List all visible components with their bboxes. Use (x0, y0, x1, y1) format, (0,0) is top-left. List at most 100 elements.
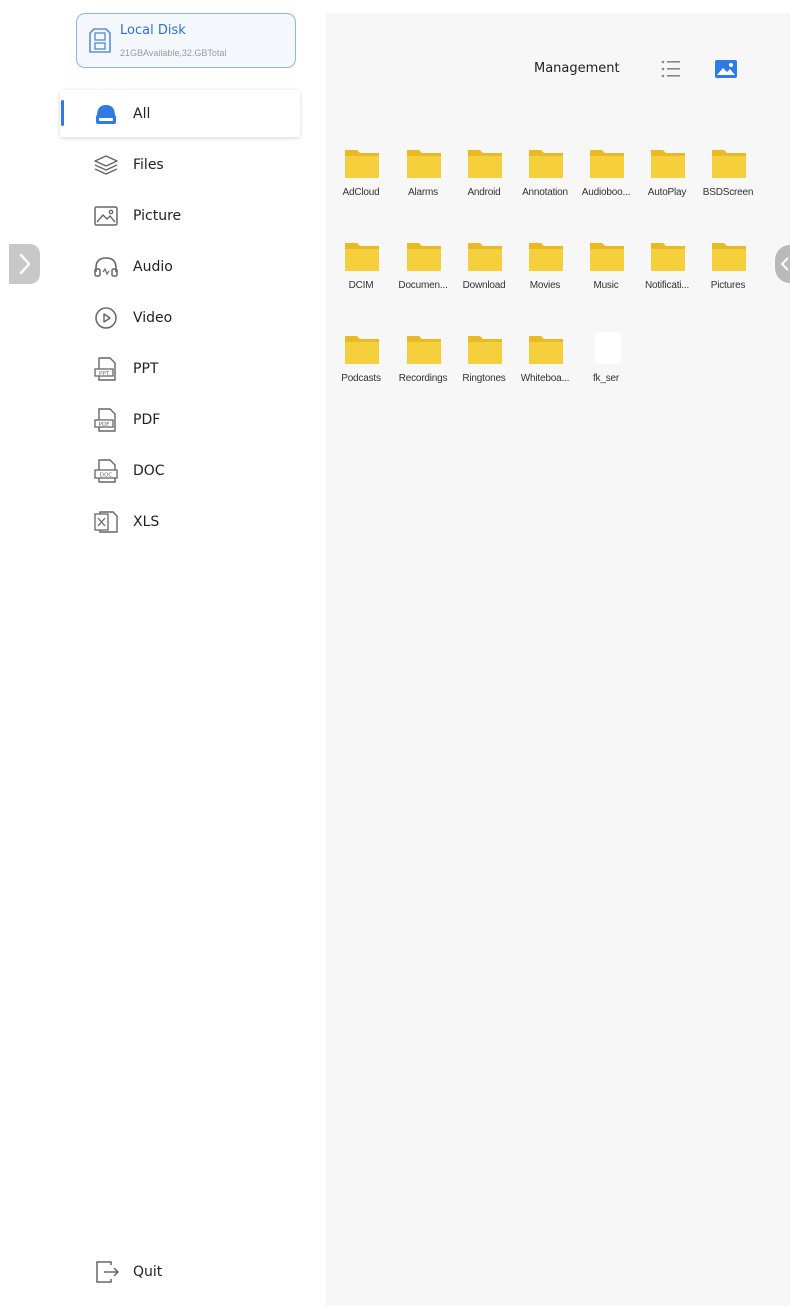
disk-capacity: 21GBAvailable,32.GBTotal (120, 48, 227, 58)
folder-icon (345, 336, 379, 364)
folder-item[interactable]: Annotation (514, 143, 576, 213)
quit-button[interactable]: Quit (60, 1249, 260, 1295)
play-circle-icon (92, 304, 120, 332)
sidebar-item-label: All (133, 105, 151, 122)
file-grid: AdCloud Alarms Android Annotation Audioboo..… (326, 143, 766, 422)
folder-icon (529, 150, 563, 178)
disk-name: Local Disk (120, 23, 186, 38)
file-name: Annotation (522, 187, 568, 198)
folder-icon (529, 336, 563, 364)
sidebar-item-label: Video (133, 309, 173, 326)
folder-icon (345, 243, 379, 271)
folder-icon (407, 150, 441, 178)
folder-item[interactable]: DCIM (330, 236, 392, 306)
chevron-left-icon (781, 257, 789, 271)
folder-item[interactable]: Movies (514, 236, 576, 306)
management-button[interactable]: Management (534, 61, 620, 76)
folder-item[interactable]: Podcasts (330, 329, 392, 399)
folder-item[interactable]: Download (453, 236, 515, 306)
layers-icon (92, 151, 120, 179)
expand-sidebar-tab[interactable] (9, 244, 40, 284)
folder-item[interactable]: Notificati... (636, 236, 698, 306)
folder-icon (468, 150, 502, 178)
sidebar-item-xls[interactable]: XLS (60, 498, 300, 545)
folder-icon (468, 336, 502, 364)
ppt-file-icon: PPT (92, 355, 120, 383)
folder-item[interactable]: Recordings (392, 329, 454, 399)
file-name: Pictures (710, 280, 746, 291)
sidebar-item-picture[interactable]: Picture (60, 192, 300, 239)
local-disk-card[interactable]: Local Disk 21GBAvailable,32.GBTotal (76, 13, 296, 68)
file-name: DCIM (348, 280, 374, 291)
sidebar-item-files[interactable]: Files (60, 141, 300, 188)
folder-item[interactable]: BSDScreen (697, 143, 759, 213)
file-grid-row: Podcasts Recordings Ringtones Whiteboa... fk… (326, 329, 766, 422)
sidebar-item-label: PPT (133, 360, 159, 377)
image-icon[interactable] (714, 58, 738, 80)
file-name: fk_ser (592, 373, 620, 384)
file-icon (595, 332, 621, 364)
folder-item[interactable]: Android (453, 143, 515, 213)
folder-icon (590, 243, 624, 271)
svg-text:PDF: PDF (99, 422, 110, 428)
sidebar-item-label: XLS (133, 513, 160, 530)
folder-item[interactable]: AdCloud (330, 143, 392, 213)
sidebar-item-label: Picture (133, 207, 182, 224)
sd-card-icon (89, 28, 111, 53)
file-name: Download (462, 280, 506, 291)
sidebar-item-doc[interactable]: DOC DOC (60, 447, 300, 494)
file-grid-row: DCIM Documen... Download Movies Music Notific… (326, 236, 766, 329)
sidebar-item-ppt[interactable]: PPT PPT (60, 345, 300, 392)
file-name: Audioboo... (581, 187, 631, 198)
file-item[interactable]: fk_ser (575, 329, 637, 399)
file-name: BSDScreen (702, 187, 754, 198)
folder-icon (651, 243, 685, 271)
list-icon[interactable] (660, 58, 682, 80)
file-name: Android (467, 187, 501, 198)
file-name: Documen... (398, 280, 448, 291)
folder-icon (590, 150, 624, 178)
file-name: Recordings (398, 373, 448, 384)
folder-icon (468, 243, 502, 271)
sidebar-item-label: Audio (133, 258, 173, 275)
file-name: Music (593, 280, 619, 291)
collapse-panel-tab[interactable] (775, 245, 790, 283)
sidebar-item-audio[interactable]: Audio (60, 243, 300, 290)
folder-item[interactable]: Music (575, 236, 637, 306)
sidebar-item-pdf[interactable]: PDF PDF (60, 396, 300, 443)
chevron-right-icon (19, 253, 30, 275)
sidebar-item-label: Files (133, 156, 164, 173)
pdf-file-icon: PDF (92, 406, 120, 434)
doc-file-icon: DOC (92, 457, 120, 485)
svg-text:PPT: PPT (99, 371, 110, 377)
sidebar-item-all[interactable]: All (60, 90, 300, 137)
folder-item[interactable]: Pictures (697, 236, 759, 306)
folder-icon (529, 243, 563, 271)
folder-icon (345, 150, 379, 178)
sidebar-item-label: DOC (133, 462, 165, 479)
file-name: AutoPlay (647, 187, 687, 198)
file-name: Whiteboa... (520, 373, 570, 384)
file-name: Movies (529, 280, 561, 291)
file-name: Notificati... (644, 280, 690, 291)
file-name: Podcasts (341, 373, 381, 384)
folder-icon (712, 243, 746, 271)
picture-icon (92, 202, 120, 230)
quit-label: Quit (133, 1264, 163, 1280)
headphones-icon (92, 253, 120, 281)
folder-item[interactable]: Documen... (392, 236, 454, 306)
folder-item[interactable]: Whiteboa... (514, 329, 576, 399)
folder-item[interactable]: Audioboo... (575, 143, 637, 213)
sidebar-item-label: PDF (133, 411, 161, 428)
folder-item[interactable]: AutoPlay (636, 143, 698, 213)
exit-icon (96, 1261, 119, 1283)
sidebar-item-video[interactable]: Video (60, 294, 300, 341)
cloud-drive-icon (92, 100, 120, 128)
folder-item[interactable]: Alarms (392, 143, 454, 213)
file-name: Ringtones (462, 373, 506, 384)
svg-text:DOC: DOC (100, 473, 113, 479)
folder-icon (407, 336, 441, 364)
folder-item[interactable]: Ringtones (453, 329, 515, 399)
active-indicator (61, 100, 64, 126)
sidebar-nav: All Files Picture Audio Video PPT PPT PD… (60, 90, 300, 549)
